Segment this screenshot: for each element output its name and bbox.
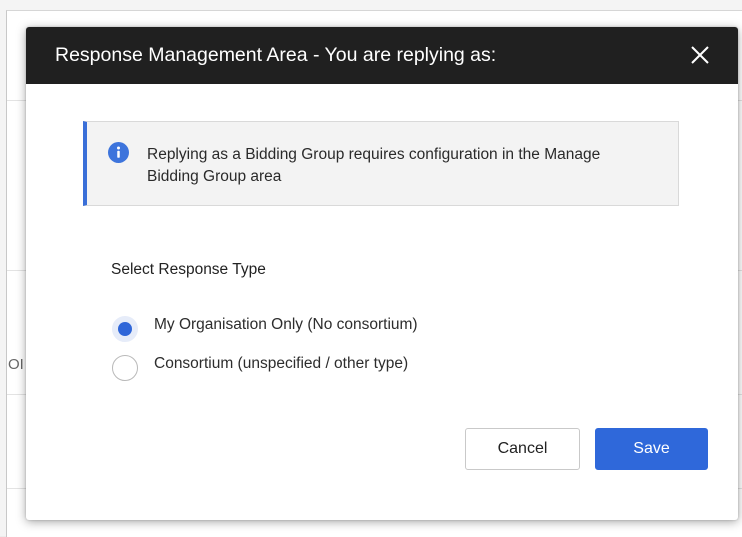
radio-button-selected[interactable] xyxy=(112,316,138,342)
radio-option-label: Consortium (unspecified / other type) xyxy=(154,355,409,372)
radio-option-label: My Organisation Only (No consortium) xyxy=(154,316,418,333)
background-text-fragment: OI xyxy=(8,356,24,373)
radio-button-unselected[interactable] xyxy=(112,355,138,381)
info-banner: Replying as a Bidding Group requires con… xyxy=(83,121,679,206)
dialog-title: Response Management Area - You are reply… xyxy=(55,44,497,66)
close-icon[interactable] xyxy=(688,43,712,67)
info-icon xyxy=(108,142,129,163)
response-type-dialog: Response Management Area - You are reply… xyxy=(26,27,738,520)
info-message: Replying as a Bidding Group requires con… xyxy=(147,146,601,185)
cancel-button[interactable]: Cancel xyxy=(465,428,580,470)
save-button[interactable]: Save xyxy=(595,428,708,470)
dialog-header: Response Management Area - You are reply… xyxy=(26,27,738,84)
response-type-label: Select Response Type xyxy=(111,261,266,278)
